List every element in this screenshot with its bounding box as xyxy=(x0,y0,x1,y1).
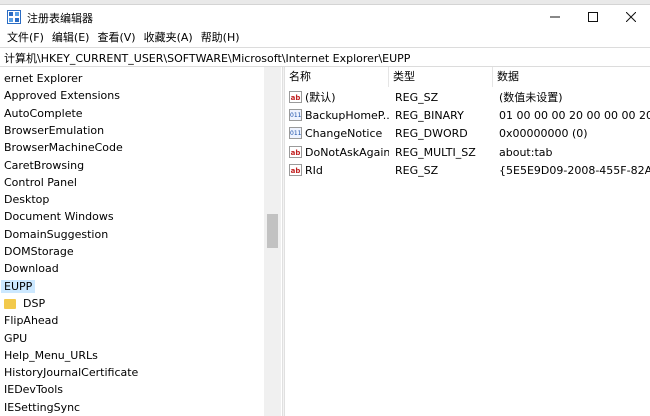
value-name-cell: ab RId xyxy=(289,162,389,180)
tree-item[interactable]: BrowserEmulation xyxy=(1,122,107,139)
value-name: DoNotAskAgain xyxy=(305,145,389,159)
tree-item[interactable]: CaretBrowsing xyxy=(1,157,87,174)
tree-item-label: ernet Explorer xyxy=(4,72,83,85)
value-data: 01 00 00 00 20 00 00 00 20 74 xyxy=(499,109,650,123)
maximize-button[interactable] xyxy=(574,5,612,29)
tree-item[interactable]: IESettingSync xyxy=(1,399,83,416)
tree-item-label: CaretBrowsing xyxy=(4,158,85,172)
values-pane: 名称 类型 数据 ab (默认) REG_SZ (数值未设置) 011 BackupHom… xyxy=(285,67,650,416)
value-row[interactable]: 011 BackupHomeP... REG_BINARY 01 00 00 00 2… xyxy=(285,107,650,125)
value-name: (默认) xyxy=(305,91,336,104)
tree-item[interactable]: DSP xyxy=(4,295,48,312)
registry-editor-icon xyxy=(7,10,21,24)
value-data: {5E5E9D09-2008-455F-82AE-8 xyxy=(499,163,650,177)
tree-item-label: DomainSuggestion xyxy=(4,227,109,241)
value-type: REG_BINARY xyxy=(395,109,464,123)
tree-item-label: DOMStorage xyxy=(4,245,74,258)
tree-item[interactable]: HistoryJournalCertificate xyxy=(1,364,141,381)
close-button[interactable] xyxy=(612,5,650,29)
menu-bar: 文件(F) 编辑(E) 查看(V) 收藏夹(A) 帮助(H) xyxy=(0,29,650,47)
value-data: (数值未设置) xyxy=(499,91,563,104)
tree-item-label: IEDevTools xyxy=(4,383,64,397)
tree-item[interactable]: BrowserMachineCode xyxy=(1,139,126,156)
value-row[interactable]: abRId REG_SZ {5E5E9D09-2008-455F-82AE-8 xyxy=(285,162,650,180)
tree-item[interactable]: Help_Menu_URLs xyxy=(1,347,101,364)
tree-item[interactable]: FlipAhead xyxy=(1,312,61,329)
folder-icon xyxy=(4,298,16,309)
tree-item-label: BrowserEmulation xyxy=(4,123,105,137)
value-name: ChangeNotice xyxy=(305,127,383,141)
address-bar[interactable]: 计算机\HKEY_CURRENT_USER\SOFTWARE\Microsoft… xyxy=(0,47,650,67)
tree-item-label: Approved Extensions xyxy=(4,89,120,103)
value-data: about:tab xyxy=(499,145,553,159)
title-bar: 注册表编辑器 xyxy=(0,5,650,29)
value-name-cell: ab DoNotAskAgain xyxy=(289,144,389,162)
value-type: REG_MULTI_SZ xyxy=(395,145,476,159)
menu-favorites[interactable]: 收藏夹(A) xyxy=(140,29,197,47)
string-value-icon: ab xyxy=(289,91,302,103)
minimize-button[interactable] xyxy=(536,5,574,29)
column-header-type[interactable]: 类型 xyxy=(389,67,493,87)
key-tree-pane: ernet Explorer Approved Extensions AutoCom… xyxy=(0,67,280,416)
address-path[interactable]: 计算机\HKEY_CURRENT_USER\SOFTWARE\Microsoft… xyxy=(4,50,410,66)
binary-value-icon: 011 xyxy=(289,127,302,140)
value-row[interactable]: ab DoNotAskAgain REG_MULTI_SZ about:tab xyxy=(285,144,650,162)
tree-item[interactable]: IEDevTools xyxy=(1,381,66,398)
tree-item-label: EUPP xyxy=(1,279,36,293)
column-header-data[interactable]: 数据 xyxy=(493,67,650,87)
tree-item[interactable]: AutoComplete xyxy=(1,105,86,122)
tree-item-label: Help_Menu_URLs xyxy=(4,348,98,362)
value-name-cell: 011 ChangeNotice xyxy=(289,125,389,143)
menu-help[interactable]: 帮助(H) xyxy=(197,29,244,47)
value-data: 0x00000000 (0) xyxy=(499,127,588,141)
tree-item[interactable]: EUPP xyxy=(1,278,36,295)
menu-file[interactable]: 文件(F) xyxy=(3,29,48,47)
tree-item[interactable]: GPU xyxy=(1,330,30,347)
tree-item-label: BrowserMachineCode xyxy=(4,141,123,155)
tree-item[interactable]: Desktop xyxy=(1,191,52,208)
minimize-icon xyxy=(550,16,560,18)
tree-item[interactable]: Document Windows xyxy=(1,208,117,225)
tree-item-label: Desktop xyxy=(4,193,50,207)
tree-item[interactable]: DomainSuggestion xyxy=(1,226,111,243)
tree-item-label: DSP xyxy=(23,296,46,310)
tree-item[interactable]: Control Panel xyxy=(1,174,80,191)
value-row[interactable]: ab (默认) REG_SZ (数值未设置) xyxy=(285,89,650,107)
tree-item-label: HistoryJournalCertificate xyxy=(4,366,139,380)
value-type: REG_SZ xyxy=(395,91,439,104)
window-title: 注册表编辑器 xyxy=(27,12,93,25)
value-name: RId xyxy=(305,163,323,177)
tree-item-label: FlipAhead xyxy=(4,314,59,328)
value-type: REG_SZ xyxy=(395,163,439,177)
tree-item-label: Control Panel xyxy=(4,175,77,189)
tree-item[interactable]: Approved Extensions xyxy=(1,87,123,104)
maximize-icon xyxy=(588,12,598,22)
column-header-name[interactable]: 名称 xyxy=(285,67,389,87)
close-icon xyxy=(626,12,636,22)
tree-item[interactable]: ernet Explorer xyxy=(1,70,85,87)
value-name: BackupHomeP... xyxy=(305,109,389,123)
value-type: REG_DWORD xyxy=(395,127,468,141)
tree-item-label: IESettingSync xyxy=(4,400,81,414)
string-value-icon: ab xyxy=(289,163,302,176)
tree-item-label: Document Windows xyxy=(4,210,114,224)
tree-item-label: GPU xyxy=(4,331,28,345)
menu-edit[interactable]: 编辑(E) xyxy=(48,29,94,47)
binary-value-icon: 011 xyxy=(289,109,302,122)
value-name-cell: ab (默认) xyxy=(289,89,389,107)
tree-item[interactable]: DOMStorage xyxy=(1,243,77,260)
string-value-icon: ab xyxy=(289,145,302,158)
value-name-cell: 011 BackupHomeP... xyxy=(289,107,389,125)
menu-view[interactable]: 查看(V) xyxy=(93,29,139,47)
value-row[interactable]: 011 ChangeNotice REG_DWORD 0x00000000 (0) xyxy=(285,125,650,143)
tree-item-label: AutoComplete xyxy=(4,106,83,120)
tree-item[interactable]: Download xyxy=(1,260,62,277)
tree-scrollbar-thumb[interactable] xyxy=(267,214,278,248)
tree-item-label: Download xyxy=(4,262,59,276)
